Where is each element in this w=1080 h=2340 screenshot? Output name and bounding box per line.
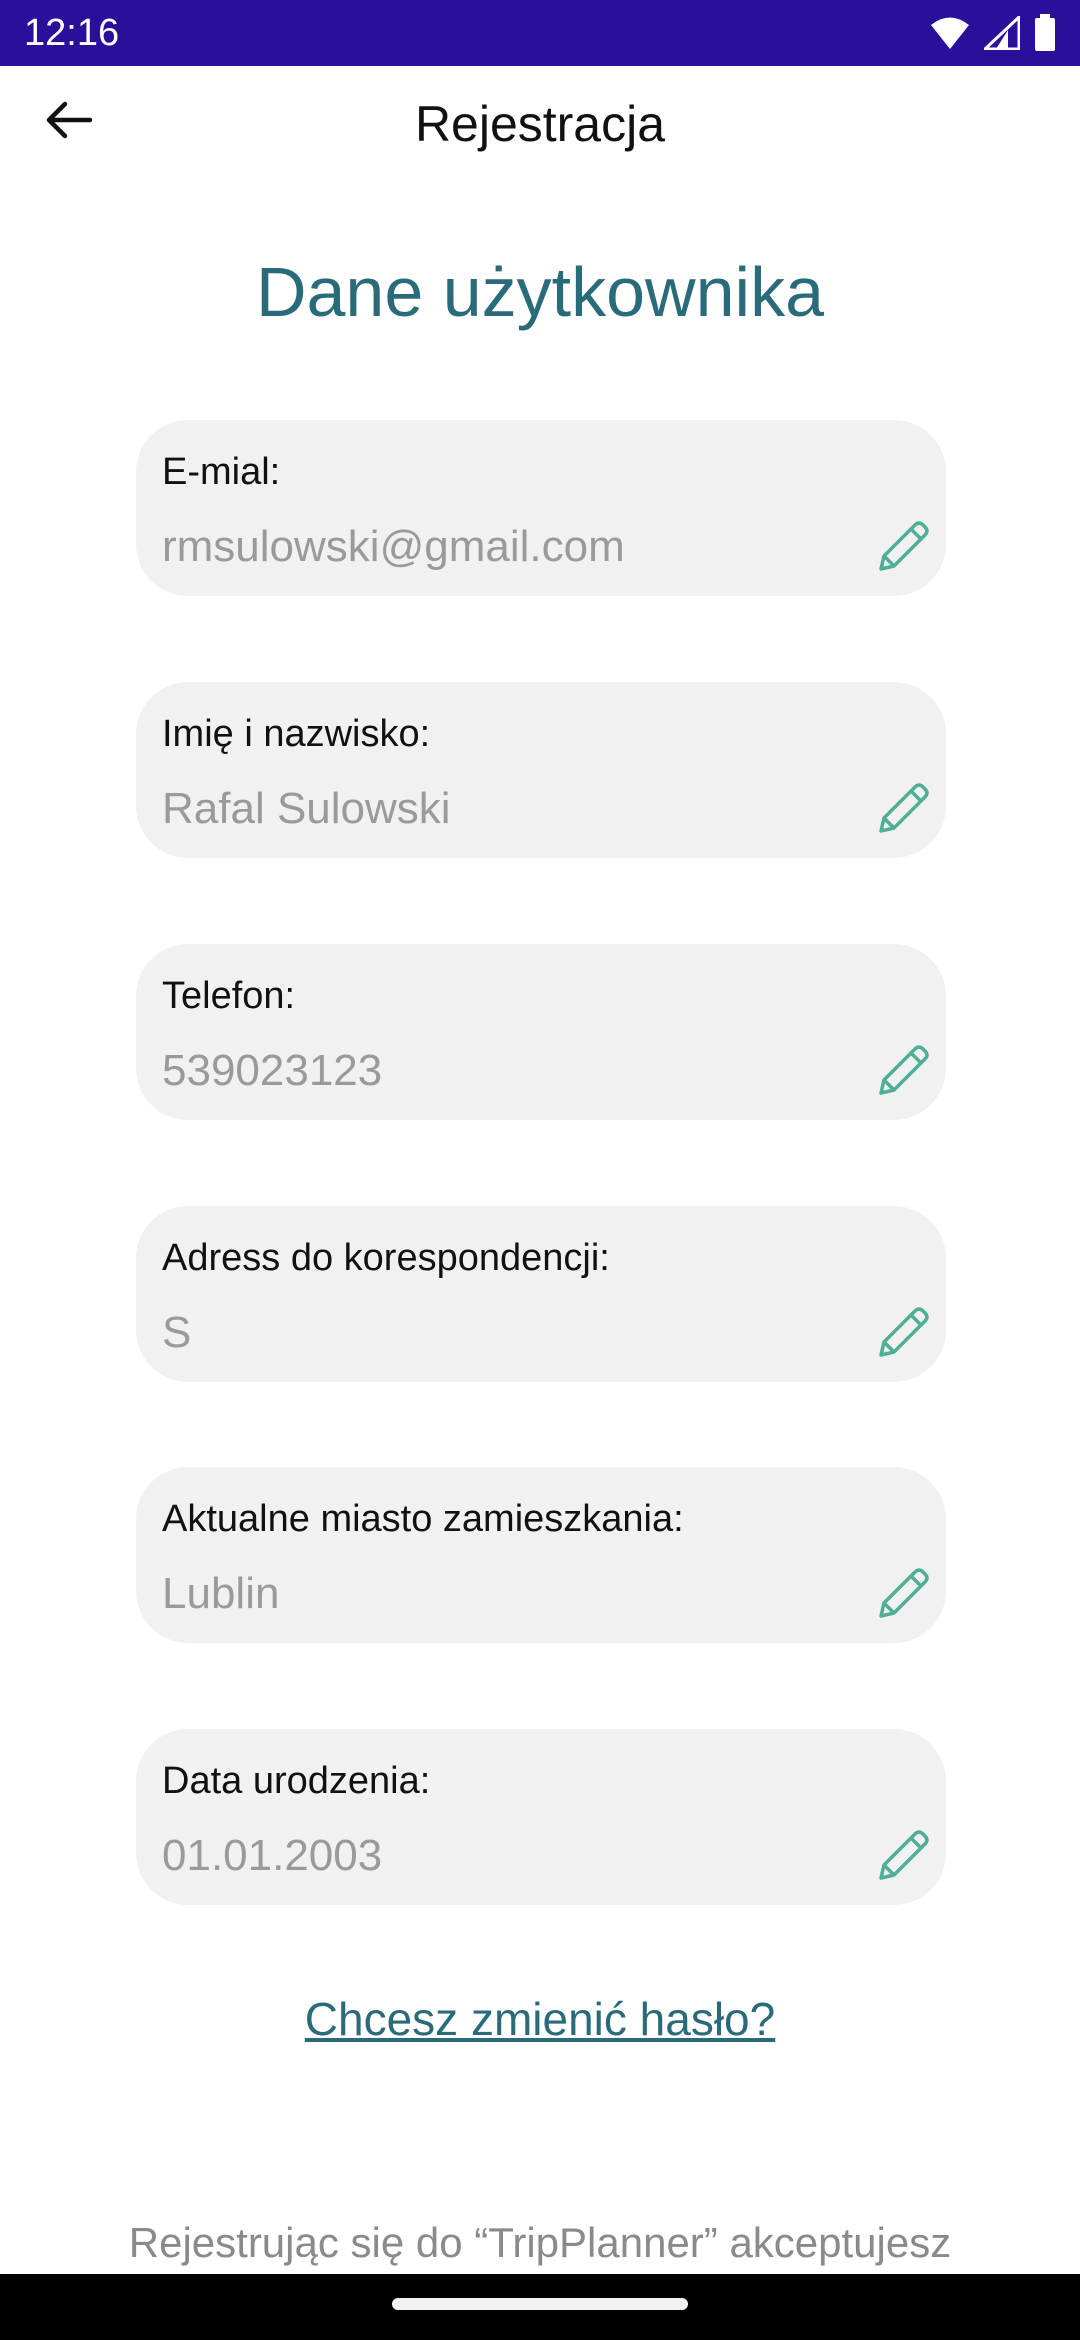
pencil-icon bbox=[875, 1826, 933, 1889]
field-label: E-mial: bbox=[162, 451, 281, 493]
pencil-icon bbox=[875, 1564, 933, 1627]
terms-text: Rejestrując się do “TripPlanner” akceptu… bbox=[128, 2219, 952, 2266]
signal-icon bbox=[984, 16, 1020, 50]
full-name-field[interactable]: Imię i nazwisko: Rafal Sulowski bbox=[136, 682, 946, 858]
home-indicator[interactable] bbox=[392, 2298, 688, 2310]
field-value: S bbox=[162, 1308, 192, 1357]
email-field[interactable]: E-mial: rmsulowski@gmail.com bbox=[136, 420, 946, 596]
pencil-icon bbox=[875, 1041, 933, 1104]
navigation-bar bbox=[0, 2274, 1080, 2340]
pencil-icon bbox=[875, 1303, 933, 1366]
phone-field[interactable]: Telefon: 539023123 bbox=[136, 944, 946, 1120]
edit-city-button[interactable] bbox=[872, 1563, 936, 1627]
edit-full-name-button[interactable] bbox=[872, 778, 936, 842]
field-value: Lublin bbox=[162, 1569, 280, 1618]
pencil-icon bbox=[875, 517, 933, 580]
change-password-link[interactable]: Chcesz zmienić hasło? bbox=[0, 1990, 1080, 2048]
field-label: Telefon: bbox=[162, 975, 296, 1017]
field-value: 539023123 bbox=[162, 1046, 383, 1095]
field-value: Rafal Sulowski bbox=[162, 784, 451, 833]
app-title: Rejestracja bbox=[414, 96, 666, 152]
status-time: 12:16 bbox=[24, 12, 120, 54]
field-value: rmsulowski@gmail.com bbox=[162, 522, 625, 571]
birth-date-field[interactable]: Data urodzenia: 01.01.2003 bbox=[136, 1729, 946, 1905]
city-field[interactable]: Aktualne miasto zamieszkania: Lublin bbox=[136, 1467, 946, 1643]
pencil-icon bbox=[875, 779, 933, 842]
app-bar: Rejestracja bbox=[0, 66, 1080, 178]
field-label: Aktualne miasto zamieszkania: bbox=[162, 1498, 684, 1540]
edit-email-button[interactable] bbox=[872, 516, 936, 580]
battery-icon bbox=[1034, 14, 1056, 52]
status-bar: 12:16 bbox=[0, 0, 1080, 66]
address-field[interactable]: Adress do korespondencji: S bbox=[136, 1206, 946, 1382]
edit-address-button[interactable] bbox=[872, 1302, 936, 1366]
field-label: Imię i nazwisko: bbox=[162, 713, 431, 755]
field-value: 01.01.2003 bbox=[162, 1831, 383, 1880]
field-label: Data urodzenia: bbox=[162, 1760, 431, 1802]
edit-birth-date-button[interactable] bbox=[872, 1825, 936, 1889]
status-icons bbox=[930, 12, 1056, 54]
wifi-icon bbox=[930, 16, 970, 50]
field-label: Adress do korespondencji: bbox=[162, 1237, 610, 1279]
edit-phone-button[interactable] bbox=[872, 1040, 936, 1104]
page-title: Dane użytkownika bbox=[255, 253, 825, 331]
